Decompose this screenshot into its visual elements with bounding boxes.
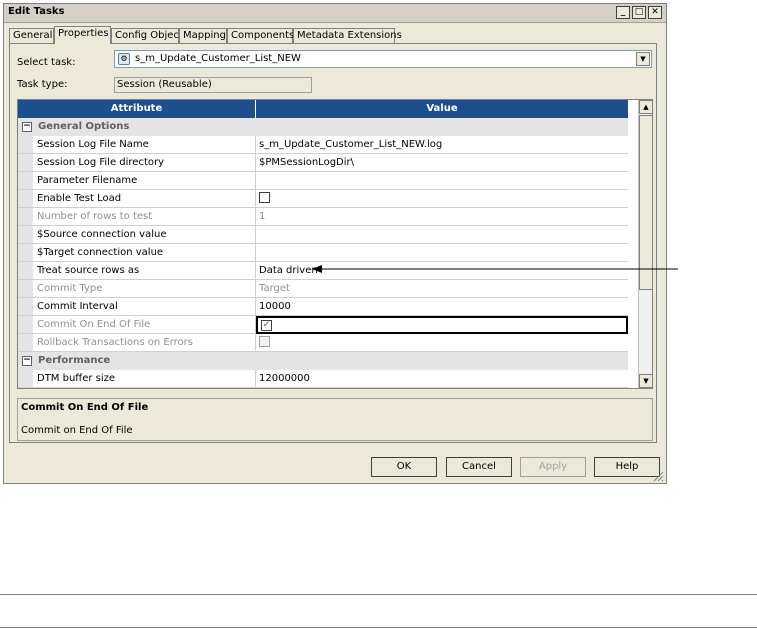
divider — [0, 594, 757, 595]
tab-config-object[interactable]: Config Object — [111, 28, 183, 43]
table-row[interactable]: $Source connection value — [18, 226, 628, 244]
table-row[interactable]: DTM buffer size 12000000 — [18, 370, 628, 388]
table-row[interactable]: Commit Interval 10000 — [18, 298, 628, 316]
tab-components[interactable]: Components — [227, 28, 294, 43]
scroll-down-icon[interactable]: ▼ — [639, 374, 652, 388]
description-text: Commit on End Of File — [21, 425, 133, 436]
cancel-button[interactable]: Cancel — [446, 457, 512, 477]
ok-button[interactable]: OK — [371, 457, 437, 477]
table-row[interactable]: $Target connection value — [18, 244, 628, 262]
divider — [0, 627, 757, 628]
select-task-value: s_m_Update_Customer_List_NEW — [135, 53, 301, 64]
apply-button: Apply — [520, 457, 586, 477]
select-task-combo[interactable]: ⚙ s_m_Update_Customer_List_NEW ▼ — [114, 50, 652, 68]
enable-test-load-checkbox[interactable] — [259, 192, 270, 203]
annotation-arrow — [312, 265, 678, 273]
table-row[interactable]: Enable Test Load — [18, 190, 628, 208]
resize-grip-icon[interactable] — [652, 470, 664, 482]
table-row: Rollback Transactions on Errors — [18, 334, 628, 352]
close-button[interactable]: ✕ — [648, 6, 662, 19]
group-performance[interactable]: − Performance — [18, 352, 628, 370]
table-row: Commit Type Target — [18, 280, 628, 298]
table-row[interactable]: Session Log File directory $PMSessionLogD… — [18, 154, 628, 172]
collapse-icon[interactable]: − — [22, 356, 32, 366]
help-button[interactable]: Help — [594, 457, 660, 477]
session-icon: ⚙ — [118, 53, 130, 65]
task-type-label: Task type: — [17, 79, 68, 90]
description-box: Commit On End Of File Commit on End Of F… — [17, 398, 653, 441]
vertical-scrollbar[interactable]: ▲ ▼ — [638, 100, 652, 388]
description-title: Commit On End Of File — [21, 402, 149, 413]
chevron-down-icon[interactable]: ▼ — [636, 52, 650, 66]
column-header-value[interactable]: Value — [256, 100, 628, 118]
title-bar[interactable]: Edit Tasks _ □ ✕ — [4, 4, 666, 23]
tab-mapping[interactable]: Mapping — [179, 28, 227, 43]
maximize-button[interactable]: □ — [632, 6, 646, 19]
tab-metadata-extensions[interactable]: Metadata Extensions — [293, 28, 402, 43]
scroll-up-icon[interactable]: ▲ — [639, 100, 652, 114]
group-general-options[interactable]: − General Options — [18, 118, 628, 136]
table-row[interactable]: Parameter Filename — [18, 172, 628, 190]
task-type-field: Session (Reusable) — [114, 77, 312, 93]
table-row: Number of rows to test 1 — [18, 208, 628, 226]
tab-properties[interactable]: Properties — [54, 26, 111, 44]
collapse-icon[interactable]: − — [22, 122, 32, 132]
table-row[interactable]: Session Log File Name s_m_Update_Customer… — [18, 136, 628, 154]
rollback-transactions-checkbox — [259, 336, 270, 347]
window-title: Edit Tasks — [8, 6, 65, 17]
minimize-button[interactable]: _ — [616, 6, 630, 19]
table-row[interactable]: Commit On End Of File ✔ — [18, 316, 628, 334]
attribute-grid: Attribute Value − General Options Sessio… — [17, 99, 653, 389]
commit-on-end-of-file-checkbox[interactable]: ✔ — [261, 320, 272, 331]
select-task-label: Select task: — [17, 57, 76, 68]
column-header-attribute[interactable]: Attribute — [18, 100, 256, 118]
tab-general[interactable]: General — [9, 28, 54, 43]
